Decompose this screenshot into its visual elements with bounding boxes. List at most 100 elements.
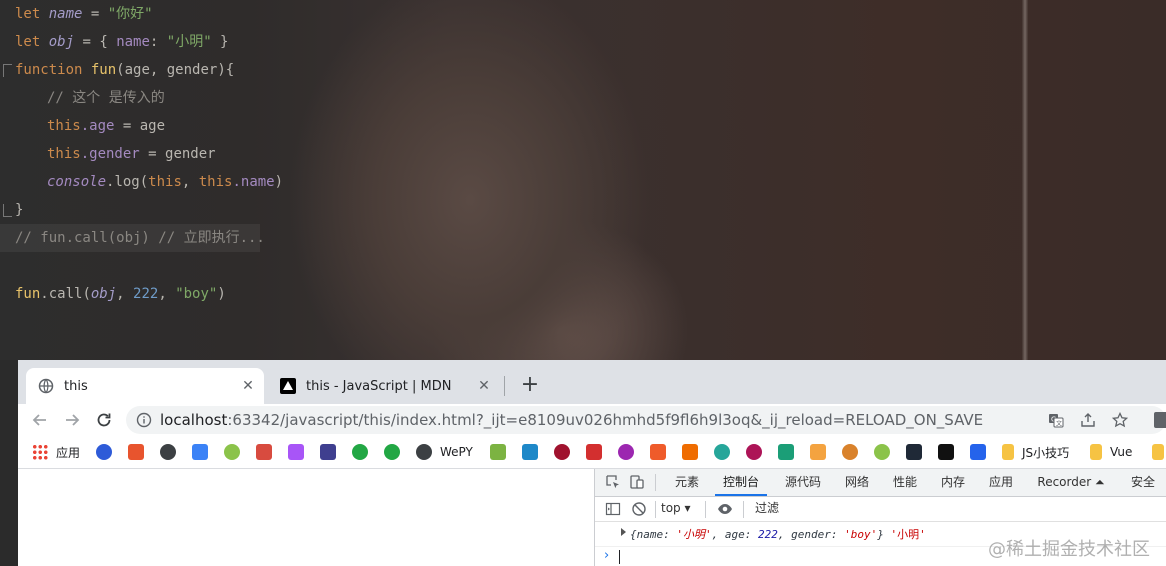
punctuation: }	[211, 34, 229, 50]
bookmark-folder[interactable]	[1152, 443, 1166, 461]
sidebar-toggle-icon[interactable]	[605, 501, 621, 517]
wechat-icon	[384, 444, 400, 460]
bookmark-item[interactable]	[906, 443, 930, 461]
address-bar[interactable]: localhost:63342/javascript/this/index.ht…	[126, 406, 1166, 434]
code-line-3[interactable]: function fun(age, gender){	[15, 56, 234, 84]
devtools-tab-application[interactable]: 应用	[981, 469, 1021, 496]
devtools-tab-recorder[interactable]: Recorder ⏶	[1029, 469, 1113, 496]
bookmark-item[interactable]	[96, 443, 120, 461]
bookmark-folder-vue[interactable]: Vue	[1090, 443, 1132, 461]
bookmark-item[interactable]	[490, 443, 514, 461]
bookmark-item[interactable]	[778, 443, 802, 461]
bookmark-item[interactable]	[618, 443, 642, 461]
bookmark-item[interactable]	[554, 443, 578, 461]
translate-icon[interactable]: G文	[1048, 412, 1064, 428]
bookmark-item[interactable]	[288, 443, 312, 461]
devtools-tab-memory[interactable]: 内存	[933, 469, 973, 496]
bookmark-wepy[interactable]: WePY	[416, 443, 473, 461]
keyword: this	[47, 146, 81, 162]
log-string: 'boy'	[844, 528, 878, 541]
bookmark-item[interactable]	[192, 443, 216, 461]
bookmark-item[interactable]	[320, 443, 344, 461]
context-selector[interactable]: top ▾	[661, 501, 691, 515]
tab-separator	[504, 376, 505, 396]
function-name: fun	[15, 286, 41, 302]
bookmark-item[interactable]	[746, 443, 770, 461]
bookmark-item[interactable]	[874, 443, 898, 461]
code-line-5[interactable]: this.age = age	[47, 112, 165, 140]
forward-arrow-icon[interactable]	[60, 408, 84, 432]
keyword: let	[15, 34, 41, 50]
log-key: age	[724, 528, 745, 541]
bookmark-item[interactable]	[938, 443, 962, 461]
bookmark-item[interactable]	[682, 443, 706, 461]
clear-console-icon[interactable]	[631, 501, 647, 517]
code-line-10[interactable]: fun.call(obj, 222, "boy")	[15, 280, 226, 308]
svelte-icon	[586, 444, 602, 460]
bookmark-item[interactable]	[714, 443, 738, 461]
bookmark-star-icon[interactable]	[1111, 411, 1129, 428]
code-line-7[interactable]: console.log(this, this.name)	[47, 168, 283, 196]
globe-icon	[416, 444, 432, 460]
bookmark-item[interactable]	[970, 443, 994, 461]
bookmark-item[interactable]	[384, 443, 408, 461]
bookmark-item[interactable]	[160, 443, 184, 461]
share-icon[interactable]	[1080, 412, 1096, 428]
log-message: {name: '小明', age: 222, gender: 'boy'} '小…	[630, 528, 926, 541]
devtools-tab-sources[interactable]: 源代码	[777, 469, 829, 496]
devtools-tab-console[interactable]: 控制台	[715, 469, 767, 496]
code-line-9[interactable]: // fun.call(obj) // 立即执行...	[0, 224, 265, 252]
tab-this[interactable]: this ✕	[26, 368, 264, 404]
frog-icon	[874, 444, 890, 460]
bookmark-item[interactable]	[224, 443, 248, 461]
expand-triangle-icon[interactable]	[621, 528, 626, 536]
close-tab-icon[interactable]: ✕	[240, 378, 256, 394]
bookmark-item[interactable]	[522, 443, 546, 461]
url-text[interactable]: localhost:63342/javascript/this/index.ht…	[160, 406, 983, 434]
b-letter-icon	[810, 444, 826, 460]
log-string: '小明'	[676, 528, 712, 541]
bookmark-item[interactable]	[352, 443, 376, 461]
devtools-tab-elements[interactable]: 元素	[667, 469, 707, 496]
bookmark-item[interactable]	[810, 443, 834, 461]
fold-marker-icon[interactable]	[3, 64, 12, 77]
separator	[705, 501, 706, 518]
code-line-6[interactable]: this.gender = gender	[47, 140, 216, 168]
devtools-tab-security[interactable]: 安全	[1123, 469, 1163, 496]
code-line-4[interactable]: // 这个 是传入的	[47, 84, 165, 112]
fold-end-marker-icon[interactable]	[3, 204, 12, 217]
bookmark-apps[interactable]: 应用	[32, 443, 80, 461]
log-key: gender	[791, 528, 831, 541]
bookmark-item[interactable]	[842, 443, 866, 461]
page-content	[18, 469, 594, 566]
bookmark-item[interactable]	[128, 443, 152, 461]
prompt-chevron-icon: ›	[604, 548, 610, 563]
tab-mdn[interactable]: this - JavaScript | MDN ✕	[268, 368, 500, 404]
code-line-2[interactable]: let obj = { name: "小明" }	[15, 28, 228, 56]
extension-icon[interactable]	[1154, 412, 1166, 428]
devtools-tab-network[interactable]: 网络	[837, 469, 877, 496]
tab-title: this	[64, 378, 88, 394]
eye-icon[interactable]	[717, 501, 733, 517]
assignment: = gender	[139, 146, 216, 162]
bookmark-item[interactable]	[586, 443, 610, 461]
back-arrow-icon[interactable]	[28, 408, 52, 432]
code-line-8[interactable]: }	[15, 196, 23, 224]
reload-icon[interactable]	[92, 408, 116, 432]
code-line-1[interactable]: let name = "你好"	[15, 0, 153, 28]
bookmark-item[interactable]	[256, 443, 280, 461]
bookmark-item[interactable]	[650, 443, 674, 461]
info-icon[interactable]	[136, 412, 152, 428]
inspect-element-icon[interactable]	[605, 474, 621, 490]
console-filter-input[interactable]: 过滤	[751, 500, 1166, 517]
devtools-tab-performance[interactable]: 性能	[885, 469, 925, 496]
folder-icon	[1090, 444, 1102, 460]
close-tab-icon[interactable]: ✕	[476, 378, 492, 394]
new-tab-button[interactable]: +	[516, 372, 544, 400]
bookmark-folder-js[interactable]: JS小技巧	[1002, 443, 1069, 461]
device-toolbar-icon[interactable]	[629, 474, 645, 490]
editor-backdrop-stripe	[1022, 0, 1028, 360]
vite-icon	[288, 444, 304, 460]
method-call: .log(	[106, 174, 149, 190]
method-call: .call(	[40, 286, 91, 302]
